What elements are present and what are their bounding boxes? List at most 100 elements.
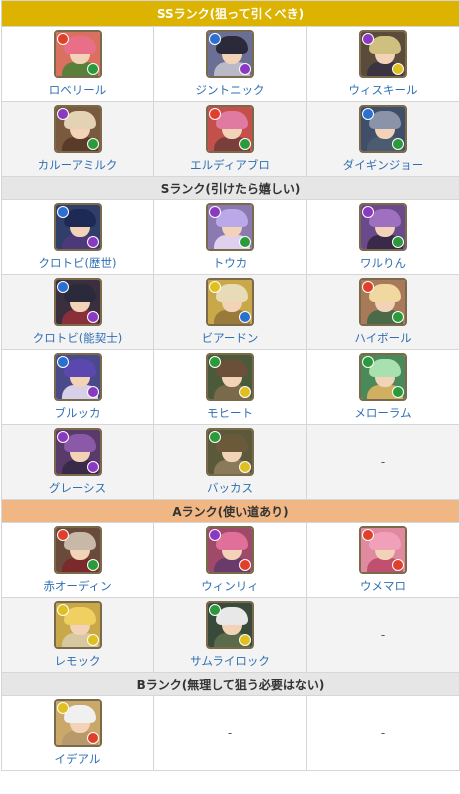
wood-attribute-orb-icon bbox=[392, 138, 404, 150]
dark-attribute-orb-icon bbox=[86, 386, 99, 398]
monster-name-link[interactable]: ハイボール bbox=[354, 330, 411, 346]
monster-portrait-icon[interactable] bbox=[206, 105, 254, 153]
monster-cell: ウィンリィ bbox=[153, 522, 307, 598]
monster-name-link[interactable]: グレーシス bbox=[49, 480, 106, 496]
fire-attribute-orb-icon bbox=[56, 529, 69, 541]
monster-name-link[interactable]: クロトビ(能契士) bbox=[33, 330, 122, 346]
wood-attribute-orb-icon bbox=[209, 431, 221, 443]
monster-portrait-icon[interactable] bbox=[206, 601, 254, 649]
monster-portrait-icon[interactable] bbox=[359, 30, 407, 78]
monster-portrait-icon[interactable] bbox=[359, 278, 407, 326]
monster-portrait-icon[interactable] bbox=[53, 699, 102, 747]
monster-portrait-icon[interactable] bbox=[359, 105, 407, 153]
wood-attribute-orb-icon bbox=[209, 604, 221, 616]
section-header-a-rank: Aランク(使い道あり) bbox=[1, 499, 460, 523]
monster-cell: イデアル bbox=[1, 695, 154, 771]
dark-attribute-orb-icon bbox=[362, 206, 374, 218]
fire-attribute-orb-icon bbox=[362, 529, 374, 541]
monster-name-link[interactable]: クロトビ(歴世) bbox=[39, 255, 117, 271]
monster-cell: クロトビ(歴世) bbox=[1, 199, 154, 275]
monster-name-link[interactable]: サムライロック bbox=[190, 653, 270, 669]
monster-cell: 赤オーディン bbox=[1, 522, 154, 598]
ranking-table: SSランク(狙って引くべき) ロベリール ジントニック ウィスキールカルーアミルク エル… bbox=[1, 0, 460, 771]
table-row: ブルッカ モヒート メローラム bbox=[1, 349, 460, 425]
monster-name-link[interactable]: ダイギンジョー bbox=[343, 157, 424, 173]
table-row: カルーアミルク エルディアブロ ダイギンジョー bbox=[1, 101, 460, 177]
monster-cell: サムライロック bbox=[153, 597, 307, 673]
wood-attribute-orb-icon bbox=[392, 236, 404, 248]
monster-name-link[interactable]: ビアードン bbox=[202, 330, 259, 346]
light-attribute-orb-icon bbox=[56, 604, 69, 616]
wood-attribute-orb-icon bbox=[239, 138, 251, 150]
monster-name-link[interactable]: ウィンリィ bbox=[201, 578, 259, 594]
monster-name-link[interactable]: ワルりん bbox=[360, 255, 406, 271]
monster-cell: - bbox=[153, 695, 307, 771]
monster-portrait-icon[interactable] bbox=[53, 203, 102, 251]
table-row: イデアル - - bbox=[1, 695, 460, 771]
monster-name-link[interactable]: イデアル bbox=[55, 751, 101, 767]
dark-attribute-orb-icon bbox=[209, 529, 221, 541]
monster-portrait-icon[interactable] bbox=[53, 278, 102, 326]
dark-attribute-orb-icon bbox=[86, 311, 99, 323]
monster-cell: - bbox=[306, 695, 460, 771]
monster-portrait-icon[interactable] bbox=[53, 526, 102, 574]
monster-portrait-icon[interactable] bbox=[53, 601, 102, 649]
monster-portrait-icon[interactable] bbox=[206, 30, 254, 78]
monster-portrait-icon[interactable] bbox=[359, 203, 407, 251]
table-row: グレーシス バッカス - bbox=[1, 424, 460, 500]
monster-name-link[interactable]: トウカ bbox=[213, 255, 248, 271]
water-attribute-orb-icon bbox=[56, 206, 69, 218]
wood-attribute-orb-icon bbox=[86, 138, 99, 150]
monster-name-link[interactable]: カルーアミルク bbox=[38, 157, 118, 173]
monster-portrait-icon[interactable] bbox=[359, 526, 407, 574]
dark-attribute-orb-icon bbox=[209, 206, 221, 218]
light-attribute-orb-icon bbox=[86, 634, 99, 646]
section-header-s-rank: Sランク(引けたら嬉しい) bbox=[1, 176, 460, 200]
monster-cell: モヒート bbox=[153, 349, 307, 425]
light-attribute-orb-icon bbox=[239, 461, 251, 473]
light-attribute-orb-icon bbox=[392, 63, 404, 75]
monster-cell: ビアードン bbox=[153, 274, 307, 350]
monster-cell: ブルッカ bbox=[1, 349, 154, 425]
table-row: 赤オーディン ウィンリィ ウメマロ bbox=[1, 522, 460, 598]
monster-name-link[interactable]: ジントニック bbox=[196, 82, 265, 98]
wood-attribute-orb-icon bbox=[392, 386, 404, 398]
monster-name-link[interactable]: メローラム bbox=[354, 405, 411, 421]
fire-attribute-orb-icon bbox=[239, 559, 251, 571]
table-row: ロベリール ジントニック ウィスキール bbox=[1, 26, 460, 102]
monster-portrait-icon[interactable] bbox=[53, 428, 102, 476]
monster-portrait-icon[interactable] bbox=[206, 526, 254, 574]
dark-attribute-orb-icon bbox=[362, 33, 374, 45]
monster-cell: レモック bbox=[1, 597, 154, 673]
table-row: クロトビ(歴世) トウカ ワルりん bbox=[1, 199, 460, 275]
monster-name-link[interactable]: モヒート bbox=[207, 405, 253, 421]
monster-portrait-icon[interactable] bbox=[53, 105, 102, 153]
monster-portrait-icon[interactable] bbox=[206, 278, 254, 326]
monster-portrait-icon[interactable] bbox=[53, 30, 102, 78]
light-attribute-orb-icon bbox=[56, 702, 69, 714]
empty-cell-dash: - bbox=[380, 726, 386, 740]
monster-portrait-icon[interactable] bbox=[206, 353, 254, 401]
monster-portrait-icon[interactable] bbox=[206, 203, 254, 251]
monster-portrait-icon[interactable] bbox=[206, 428, 254, 476]
monster-portrait-icon[interactable] bbox=[359, 353, 407, 401]
section-header-b-rank: Bランク(無理して狙う必要はない) bbox=[1, 672, 460, 696]
monster-name-link[interactable]: 赤オーディン bbox=[43, 578, 111, 594]
monster-cell: ワルりん bbox=[306, 199, 460, 275]
monster-name-link[interactable]: バッカス bbox=[207, 480, 253, 496]
monster-name-link[interactable]: ウメマロ bbox=[360, 578, 406, 594]
fire-attribute-orb-icon bbox=[209, 108, 221, 120]
monster-cell: ジントニック bbox=[153, 26, 307, 102]
monster-name-link[interactable]: ロベリール bbox=[49, 82, 107, 98]
monster-name-link[interactable]: ウィスキール bbox=[349, 82, 418, 98]
monster-name-link[interactable]: エルディアブロ bbox=[190, 157, 270, 173]
section-title: SSランク(狙って引くべき) bbox=[1, 0, 460, 27]
monster-name-link[interactable]: レモック bbox=[55, 653, 101, 669]
monster-name-link[interactable]: ブルッカ bbox=[55, 405, 101, 421]
water-attribute-orb-icon bbox=[239, 311, 251, 323]
fire-attribute-orb-icon bbox=[362, 281, 374, 293]
section-header-ss-rank: SSランク(狙って引くべき) bbox=[1, 0, 460, 27]
monster-portrait-icon[interactable] bbox=[53, 353, 102, 401]
fire-attribute-orb-icon bbox=[392, 559, 404, 571]
light-attribute-orb-icon bbox=[209, 281, 221, 293]
